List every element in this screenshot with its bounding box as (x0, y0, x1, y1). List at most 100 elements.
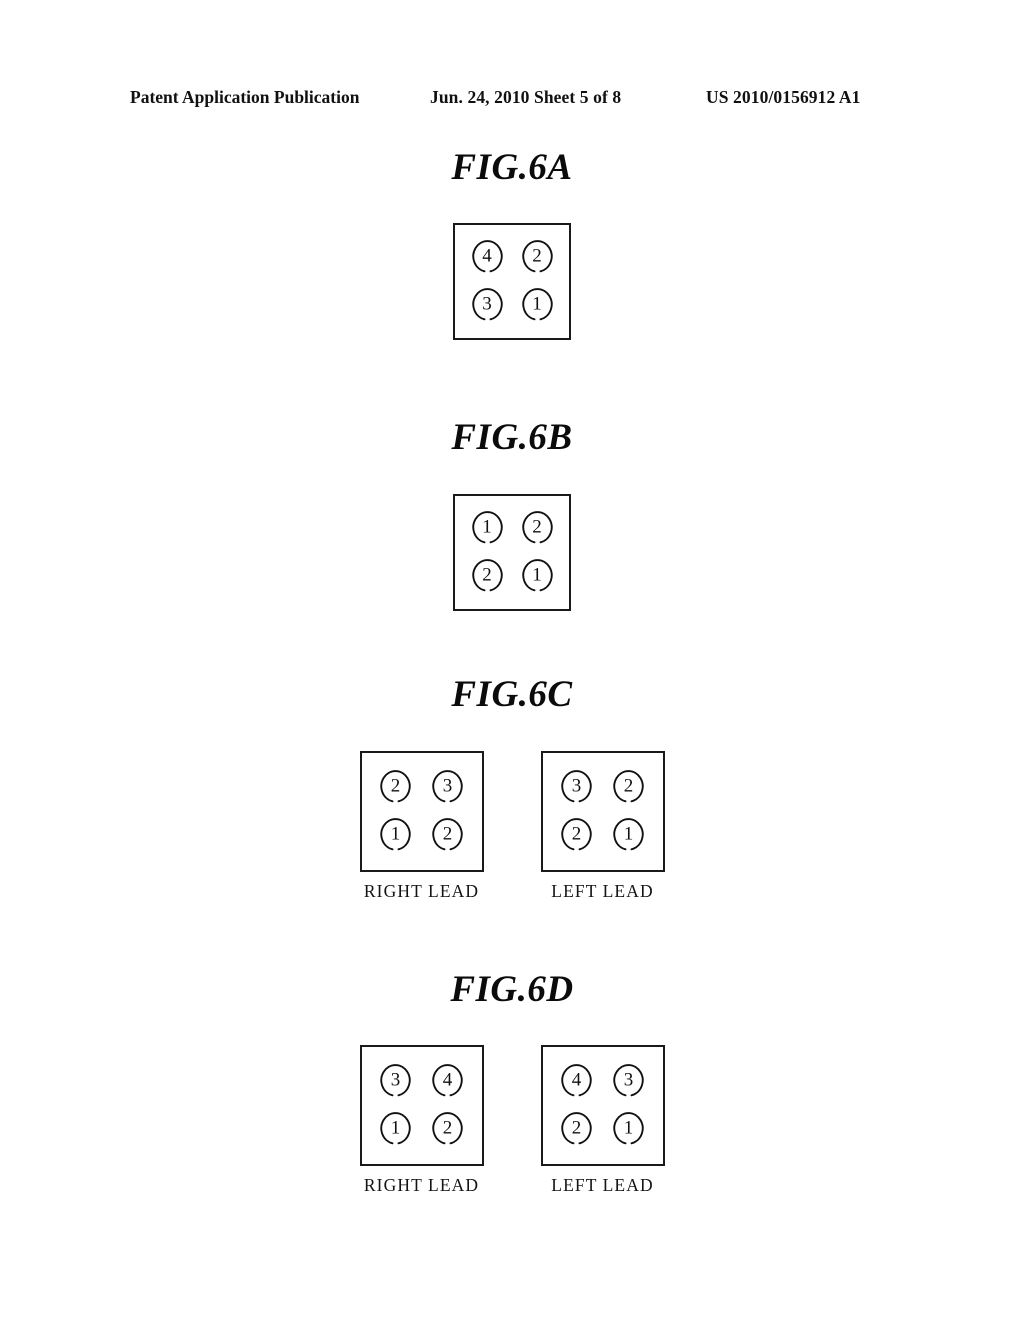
figure-6d-pad-row: 3 4 1 2 RIGHT LEAD 4 3 2 1 LEFT LEAD (0, 1045, 1024, 1196)
circled-number: 2 (613, 769, 644, 803)
circled-digit-label: 2 (482, 564, 492, 586)
pad-box-6c-left: 3 2 2 1 (540, 751, 665, 872)
pad-cell: 4 (462, 233, 512, 281)
circled-digit-label: 2 (442, 823, 453, 845)
circled-digit-label: 3 (482, 293, 492, 315)
circled-number: 2 (561, 818, 592, 851)
circled-number: 3 (561, 769, 592, 803)
circled-digit-label: 1 (623, 1117, 634, 1139)
pad-cell: 3 (551, 762, 603, 811)
circled-number: 2 (561, 1112, 592, 1145)
circled-number: 1 (613, 1112, 644, 1145)
figure-6c-title: FIG.6C (451, 674, 573, 715)
circled-digit-label: 4 (442, 1069, 453, 1091)
pad-cell: 4 (551, 1056, 603, 1105)
circled-digit-label: 2 (571, 823, 582, 845)
circled-number: 2 (380, 769, 411, 803)
pad-cell: 3 (422, 762, 474, 811)
pad-cell: 2 (512, 504, 562, 552)
circled-number: 1 (521, 287, 553, 321)
circled-digit-label: 2 (532, 516, 542, 538)
pad-box-6c-right: 2 3 1 2 (359, 751, 484, 872)
circled-number: 2 (432, 1112, 463, 1145)
page-header: Patent Application Publication Jun. 24, … (0, 86, 1024, 112)
pad-cell: 3 (462, 281, 512, 329)
circled-digit-label: 2 (571, 1117, 582, 1139)
pad-group: 1 2 2 1 (453, 494, 571, 611)
pad-box-6a: 4 2 3 1 (453, 223, 571, 340)
circled-number: 1 (380, 818, 411, 851)
circled-digit-label: 1 (532, 564, 542, 586)
pad-cell: 1 (462, 504, 512, 552)
circled-number: 1 (471, 511, 503, 544)
pad-box-6d-left: 4 3 2 1 (540, 1045, 665, 1166)
circled-digit-label: 1 (390, 1117, 401, 1139)
pad-cell: 4 (422, 1056, 474, 1105)
circled-number: 1 (380, 1112, 411, 1145)
circled-number: 3 (613, 1063, 644, 1097)
circled-number: 2 (521, 240, 553, 273)
circled-digit-label: 1 (390, 823, 401, 845)
circled-digit-label: 3 (390, 1069, 401, 1091)
pad-group-left-lead: 3 2 2 1 LEFT LEAD (540, 751, 665, 902)
pad-group-right-lead: 2 3 1 2 RIGHT LEAD (359, 751, 484, 902)
pad-cell: 1 (603, 1105, 655, 1154)
circled-number: 2 (521, 511, 553, 544)
pad-cell: 1 (370, 811, 422, 860)
circled-number: 2 (432, 818, 463, 851)
pad-cell: 2 (551, 1105, 603, 1154)
pad-cell: 1 (370, 1105, 422, 1154)
circled-number: 4 (471, 240, 503, 273)
pad-cell: 3 (603, 1056, 655, 1105)
pad-cell: 2 (370, 762, 422, 811)
circled-number: 4 (432, 1063, 463, 1097)
pad-cell: 2 (422, 811, 474, 860)
lead-label-left: LEFT LEAD (551, 881, 654, 901)
figure-6a-pad-row: 4 2 3 1 (0, 223, 1024, 340)
circled-digit-label: 1 (532, 293, 542, 315)
pad-box-6d-right: 3 4 1 2 (359, 1045, 484, 1166)
circled-digit-label: 2 (442, 1117, 453, 1139)
figure-6a-title: FIG.6A (451, 147, 573, 188)
circled-number: 3 (380, 1063, 411, 1097)
circled-number: 1 (613, 818, 644, 851)
circled-digit-label: 1 (482, 516, 492, 538)
circled-digit-label: 3 (623, 1069, 634, 1091)
lead-label-right: RIGHT LEAD (363, 881, 480, 901)
pad-cell: 3 (370, 1056, 422, 1105)
pad-cell: 1 (512, 281, 562, 329)
figure-6b-pad-row: 1 2 2 1 (0, 494, 1024, 611)
pad-cell: 2 (551, 811, 603, 860)
publication-date-sheet: Jun. 24, 2010 Sheet 5 of 8 (430, 87, 622, 107)
pad-cell: 2 (422, 1105, 474, 1154)
pad-group-left-lead: 4 3 2 1 LEFT LEAD (540, 1045, 665, 1196)
circled-digit-label: 4 (482, 245, 492, 267)
circled-digit-label: 2 (623, 775, 634, 797)
circled-digit-label: 3 (442, 775, 453, 797)
circled-digit-label: 3 (571, 775, 582, 797)
pad-cell: 2 (603, 762, 655, 811)
publication-title: Patent Application Publication (130, 87, 360, 107)
circled-number: 4 (561, 1063, 592, 1097)
pad-group: 4 2 3 1 (453, 223, 571, 340)
circled-number: 2 (471, 558, 503, 592)
circled-digit-label: 2 (390, 775, 401, 797)
lead-label-right: RIGHT LEAD (363, 1175, 480, 1195)
pad-cell: 1 (603, 811, 655, 860)
pad-box-6b: 1 2 2 1 (453, 494, 571, 611)
pad-cell: 2 (462, 552, 512, 600)
pad-group-right-lead: 3 4 1 2 RIGHT LEAD (359, 1045, 484, 1196)
figure-6c-pad-row: 2 3 1 2 RIGHT LEAD 3 2 2 1 LEFT LEAD (0, 751, 1024, 902)
lead-label-left: LEFT LEAD (551, 1175, 654, 1195)
circled-digit-label: 2 (532, 245, 542, 267)
pad-cell: 1 (512, 552, 562, 600)
circled-number: 3 (471, 287, 503, 321)
pad-cell: 2 (512, 233, 562, 281)
circled-digit-label: 4 (571, 1069, 582, 1091)
circled-number: 1 (521, 558, 553, 592)
circled-digit-label: 1 (623, 823, 634, 845)
figure-6b-title: FIG.6B (451, 417, 573, 458)
circled-number: 3 (432, 769, 463, 803)
figure-6d-title: FIG.6D (450, 969, 574, 1010)
publication-number: US 2010/0156912 A1 (706, 87, 861, 107)
